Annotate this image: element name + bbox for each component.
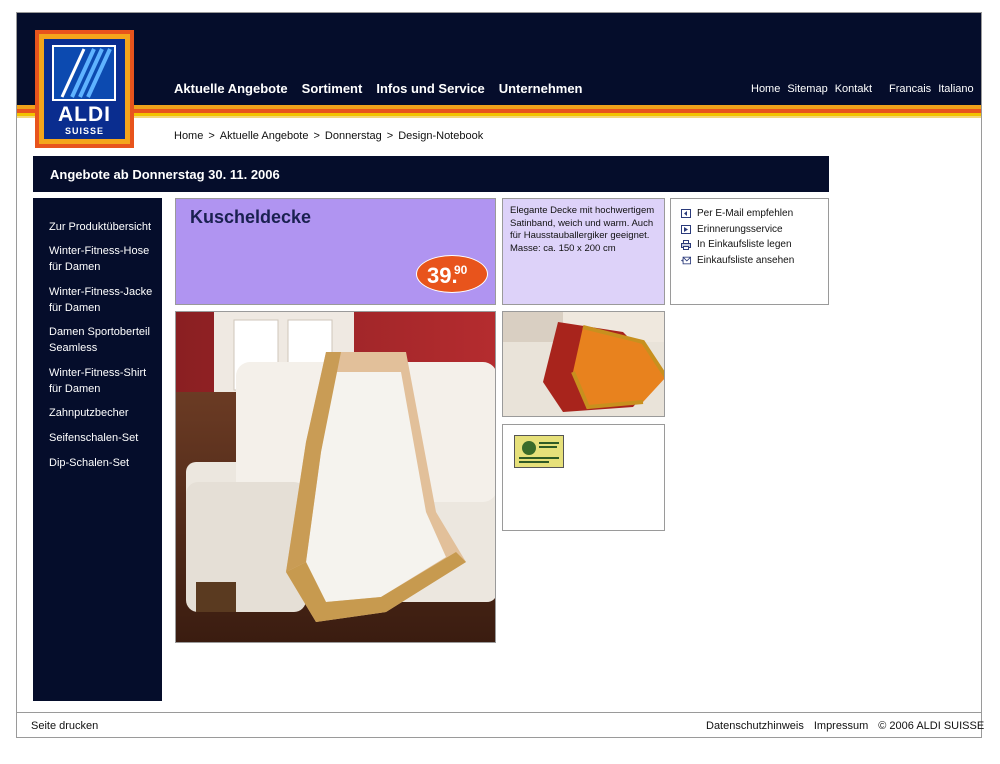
footer-divider <box>17 712 981 713</box>
logo-subtitle: SUISSE <box>64 126 104 136</box>
footer-links: Datenschutzhinweis Impressum © 2006 ALDI… <box>706 720 984 732</box>
language-nav: Francais Italiano <box>889 83 974 95</box>
sidebar-item-sportoberteil[interactable]: Damen Sportoberteil Seamless <box>49 324 159 356</box>
lang-francais-link[interactable]: Francais <box>889 83 931 95</box>
action-reminder[interactable]: Erinnerungsservice <box>681 224 783 235</box>
price-cents: 90 <box>454 263 468 277</box>
util-kontakt-link[interactable]: Kontakt <box>835 83 872 95</box>
product-description: Elegante Decke mit hochwertigem Satinban… <box>510 205 655 254</box>
sidebar-item-dip-schalen-set[interactable]: Dip-Schalen-Set <box>49 455 159 471</box>
print-page-link[interactable]: Seite drucken <box>31 720 98 732</box>
breadcrumb-aktuelle-angebote[interactable]: Aktuelle Angebote <box>220 130 309 142</box>
nav-aktuelle-angebote[interactable]: Aktuelle Angebote <box>174 81 288 96</box>
action-label: Einkaufsliste ansehen <box>697 255 795 266</box>
nav-unternehmen[interactable]: Unternehmen <box>499 81 583 96</box>
action-label: Per E-Mail empfehlen <box>697 208 794 219</box>
util-sitemap-link[interactable]: Sitemap <box>787 83 827 95</box>
lang-italiano-link[interactable]: Italiano <box>938 83 973 95</box>
offer-banner-title: Angebote ab Donnerstag 30. 11. 2006 <box>50 167 280 182</box>
offer-banner: Angebote ab Donnerstag 30. 11. 2006 <box>33 156 829 192</box>
product-description-box: Elegante Decke mit hochwertigem Satinban… <box>502 198 665 305</box>
nav-infos-und-service[interactable]: Infos und Service <box>376 81 484 96</box>
main-nav: Aktuelle Angebote Sortiment Infos und Se… <box>174 81 583 96</box>
logo-stripes-icon <box>54 47 114 99</box>
action-box: Per E-Mail empfehlen Erinnerungsservice … <box>670 198 829 305</box>
sidebar-item-produktuebersicht[interactable]: Zur Produktübersicht <box>49 219 159 235</box>
printer-icon <box>681 239 691 250</box>
price-badge: 39. 90 <box>416 255 488 293</box>
impressum-link[interactable]: Impressum <box>814 720 868 732</box>
util-home-link[interactable]: Home <box>751 83 780 95</box>
action-add-to-list[interactable]: In Einkaufsliste legen <box>681 239 792 250</box>
breadcrumb: Home > Aktuelle Angebote > Donnerstag > … <box>174 130 483 142</box>
price-main: 39. <box>427 263 458 288</box>
sidebar-item-winter-fitness-shirt[interactable]: Winter-Fitness-Shirt für Damen <box>49 365 159 397</box>
breadcrumb-donnerstag[interactable]: Donnerstag <box>325 130 382 142</box>
nav-sortiment[interactable]: Sortiment <box>302 81 363 96</box>
reminder-icon <box>681 225 691 235</box>
product-title-box: Kuscheldecke 39. 90 <box>175 198 496 305</box>
header-stripe <box>17 116 981 118</box>
sidebar: Zur Produktübersicht Winter-Fitness-Hose… <box>33 198 162 701</box>
action-label: Erinnerungsservice <box>697 224 783 235</box>
aldi-logo[interactable]: ALDI SUISSE <box>35 30 134 148</box>
envelope-icon <box>681 256 691 266</box>
product-main-image <box>175 311 496 643</box>
sidebar-item-seifenschalen-set[interactable]: Seifenschalen-Set <box>49 430 159 446</box>
utility-nav: Home Sitemap Kontakt <box>751 83 872 95</box>
sidebar-item-winter-fitness-jacke[interactable]: Winter-Fitness-Jacke für Damen <box>49 284 159 316</box>
breadcrumb-current: Design-Notebook <box>398 130 484 142</box>
breadcrumb-separator: > <box>208 130 215 142</box>
privacy-link[interactable]: Datenschutzhinweis <box>706 720 804 732</box>
email-forward-icon <box>681 209 691 219</box>
quality-seal-box <box>502 424 665 531</box>
product-detail-image <box>502 311 665 417</box>
copyright-text: © 2006 ALDI SUISSE <box>878 720 985 732</box>
action-view-list[interactable]: Einkaufsliste ansehen <box>681 255 794 266</box>
logo-inner: ALDI SUISSE <box>44 39 125 139</box>
breadcrumb-separator: > <box>386 130 394 142</box>
breadcrumb-home[interactable]: Home <box>174 130 203 142</box>
breadcrumb-separator: > <box>313 130 320 142</box>
textile-seal-icon <box>514 435 564 468</box>
action-email-recommend[interactable]: Per E-Mail empfehlen <box>681 208 793 219</box>
sidebar-item-winter-fitness-hose[interactable]: Winter-Fitness-Hose für Damen <box>49 243 159 275</box>
action-label: In Einkaufsliste legen <box>697 239 792 250</box>
logo-a-emblem <box>52 45 116 101</box>
sidebar-item-zahnputzbecher[interactable]: Zahnputzbecher <box>49 405 159 421</box>
product-title: Kuscheldecke <box>190 207 312 227</box>
logo-wordmark: ALDI <box>58 103 111 126</box>
